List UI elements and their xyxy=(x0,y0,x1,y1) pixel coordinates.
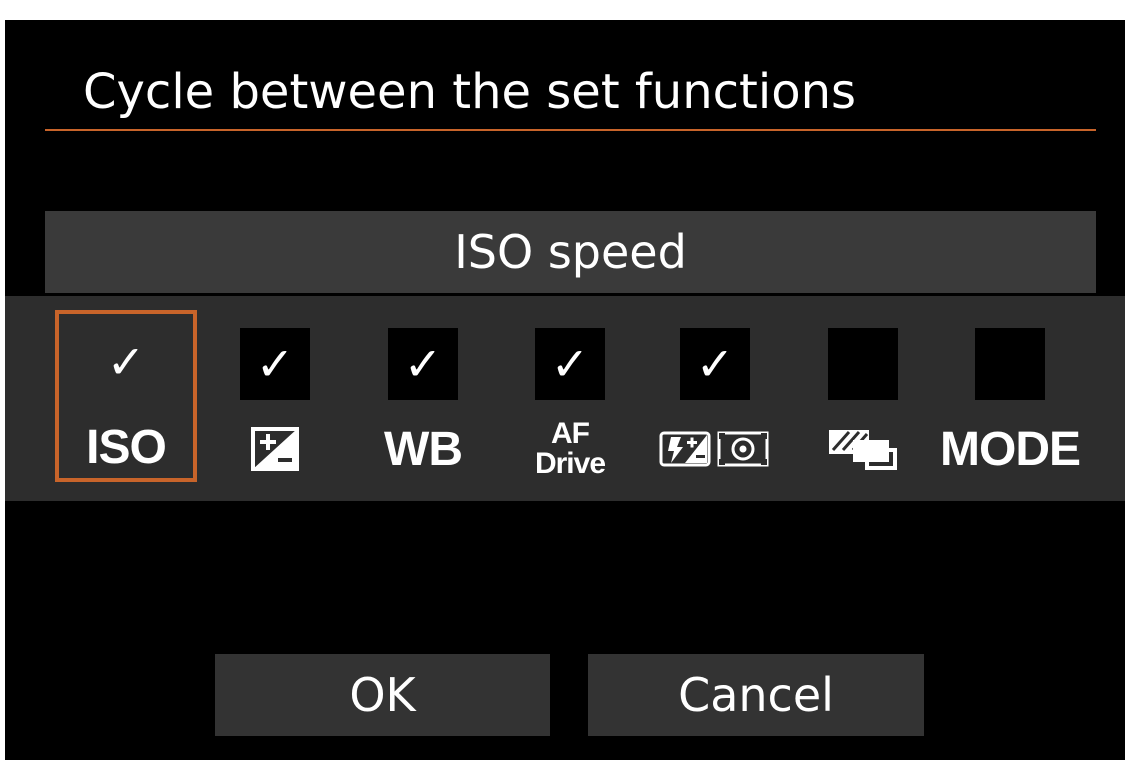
function-item-multiple-exposure[interactable] xyxy=(793,312,933,492)
dialog-title: Cycle between the set functions xyxy=(83,64,856,120)
check-mark-icon: ✓ xyxy=(403,337,443,391)
checkbox-white-balance[interactable]: ✓ xyxy=(388,328,458,400)
exposure-compensation-icon xyxy=(205,414,345,484)
check-mark-icon: ✓ xyxy=(106,335,146,389)
function-label-iso: ISO xyxy=(86,420,167,474)
af-label: AF xyxy=(551,417,590,450)
ok-button[interactable]: OK xyxy=(215,654,550,736)
current-function-name: ISO speed xyxy=(45,211,1096,293)
check-mark-icon: ✓ xyxy=(550,337,590,391)
function-item-white-balance[interactable]: ✓ WB xyxy=(353,312,493,492)
multiple-exposure-icon xyxy=(793,414,933,484)
checkbox-mode[interactable] xyxy=(975,328,1045,400)
checkbox-exposure-compensation[interactable]: ✓ xyxy=(240,328,310,400)
function-label-wb: WB xyxy=(384,422,463,476)
title-divider xyxy=(45,129,1096,131)
function-label-af-drive: AF Drive xyxy=(500,414,640,484)
camera-menu-screen: Cycle between the set functions ISO spee… xyxy=(5,20,1125,760)
function-label-mode: MODE xyxy=(940,422,1081,476)
check-mark-icon: ✓ xyxy=(695,337,735,391)
checkbox-flash-metering[interactable]: ✓ xyxy=(680,328,750,400)
flash-exposure-metering-icon xyxy=(645,414,785,484)
function-item-iso[interactable]: ✓ ISO xyxy=(55,310,197,482)
function-item-af-drive[interactable]: ✓ AF Drive xyxy=(500,312,640,492)
checkbox-iso[interactable]: ✓ xyxy=(91,326,161,398)
checkbox-af-drive[interactable]: ✓ xyxy=(535,328,605,400)
function-item-exposure-compensation[interactable]: ✓ xyxy=(205,312,345,492)
checkbox-multiple-exposure[interactable] xyxy=(828,328,898,400)
cancel-button[interactable]: Cancel xyxy=(588,654,924,736)
drive-label: Drive xyxy=(534,447,606,480)
check-mark-icon: ✓ xyxy=(255,337,295,391)
function-item-mode[interactable]: MODE xyxy=(940,312,1081,492)
function-selector-strip: ✓ ISO ✓ ✓ WB ✓ AF Drive ✓ MODE xyxy=(5,296,1125,501)
function-item-flash-metering[interactable]: ✓ xyxy=(645,312,785,492)
